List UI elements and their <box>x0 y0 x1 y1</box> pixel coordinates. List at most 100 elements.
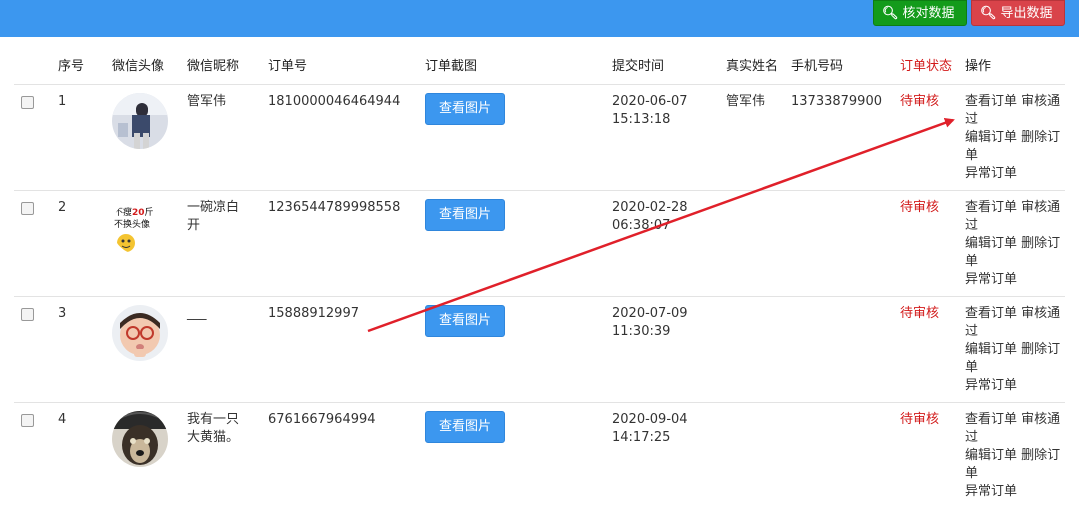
status-badge: 待审核 <box>900 297 965 403</box>
header-order-no: 订单号 <box>268 52 425 85</box>
row-checkbox-cell <box>14 85 58 191</box>
avatar: 不瘦20斤不换头像 <box>112 199 168 255</box>
row-order-no: 6761667964994 <box>268 403 425 508</box>
table-header-row: 序号 微信头像 微信昵称 订单号 订单截图 提交时间 真实姓名 手机号码 订单状… <box>14 52 1065 85</box>
edit-order-link[interactable]: 编辑订单 <box>965 236 1017 251</box>
row-real-name: 管军伟 <box>726 85 791 191</box>
row-nickname: 一碗凉白开 <box>187 191 268 297</box>
row-nickname: 管军伟 <box>187 85 268 191</box>
view-order-link[interactable]: 查看订单 <box>965 412 1017 427</box>
row-phone <box>791 191 900 297</box>
row-real-name <box>726 297 791 403</box>
row-submit-time: 2020-07-0911:30:39 <box>612 297 726 403</box>
row-checkbox[interactable] <box>21 414 34 427</box>
row-index: 4 <box>58 403 112 508</box>
row-phone <box>791 403 900 508</box>
row-avatar-cell: 不瘦20斤不换头像 <box>112 191 187 297</box>
edit-order-link[interactable]: 编辑订单 <box>965 448 1017 463</box>
view-image-button[interactable]: 查看图片 <box>425 305 505 337</box>
header-screenshot: 订单截图 <box>425 52 612 85</box>
row-date: 2020-02-28 <box>612 199 726 217</box>
row-time: 15:13:18 <box>612 111 726 129</box>
row-avatar-cell <box>112 403 187 508</box>
search-icon: 🔍︎ <box>980 1 997 27</box>
row-phone: 13733879900 <box>791 85 900 191</box>
row-order-no: 1810000046464944 <box>268 85 425 191</box>
edit-order-link[interactable]: 编辑订单 <box>965 130 1017 145</box>
header-avatar: 微信头像 <box>112 52 187 85</box>
abnormal-order-link[interactable]: 异常订单 <box>965 484 1017 499</box>
row-index: 1 <box>58 85 112 191</box>
header-real-name: 真实姓名 <box>726 52 791 85</box>
view-order-link[interactable]: 查看订单 <box>965 200 1017 215</box>
view-order-link[interactable]: 查看订单 <box>965 306 1017 321</box>
row-checkbox-cell <box>14 403 58 508</box>
row-order-no: 15888912997 <box>268 297 425 403</box>
table-row: 2不瘦20斤不换头像一碗凉白开1236544789998558查看图片2020-… <box>14 191 1065 297</box>
row-time: 14:17:25 <box>612 429 726 447</box>
row-avatar-cell <box>112 297 187 403</box>
row-actions: 查看订单 审核通过编辑订单 删除订单异常订单 <box>965 403 1065 508</box>
row-time: 06:38:07 <box>612 217 726 235</box>
row-index: 3 <box>58 297 112 403</box>
row-actions: 查看订单 审核通过编辑订单 删除订单异常订单 <box>965 191 1065 297</box>
row-real-name <box>726 403 791 508</box>
orders-table: 序号 微信头像 微信昵称 订单号 订单截图 提交时间 真实姓名 手机号码 订单状… <box>14 52 1065 508</box>
abnormal-order-link[interactable]: 异常订单 <box>965 378 1017 393</box>
row-checkbox[interactable] <box>21 202 34 215</box>
header-status: 订单状态 <box>900 52 965 85</box>
row-time: 11:30:39 <box>612 323 726 341</box>
row-screenshot-cell: 查看图片 <box>425 85 612 191</box>
row-index: 2 <box>58 191 112 297</box>
row-checkbox[interactable] <box>21 96 34 109</box>
table-row: 4 我有一只大黄猫。6761667964994查看图片 2020-09-0414:1… <box>14 403 1065 508</box>
export-data-button[interactable]: 🔍︎ 导出数据 <box>971 0 1065 26</box>
row-screenshot-cell: 查看图片 <box>425 297 612 403</box>
row-order-no: 1236544789998558 <box>268 191 425 297</box>
table-row: 3 ___15888912997查看图片 2020-07-0911:30:39 待审核… <box>14 297 1065 403</box>
abnormal-order-link[interactable]: 异常订单 <box>965 166 1017 181</box>
status-badge: 待审核 <box>900 191 965 297</box>
header-actions: 操作 <box>965 52 1065 85</box>
check-data-button[interactable]: 🔍︎ 核对数据 <box>873 0 967 26</box>
row-actions: 查看订单 审核通过编辑订单 删除订单异常订单 <box>965 297 1065 403</box>
view-order-link[interactable]: 查看订单 <box>965 94 1017 109</box>
table-row: 1管军伟1810000046464944查看图片2020-06-0715:13:… <box>14 85 1065 191</box>
avatar <box>112 305 168 361</box>
svg-text:不换头像: 不换头像 <box>114 218 150 230</box>
row-actions: 查看订单 审核通过编辑订单 删除订单异常订单 <box>965 85 1065 191</box>
row-submit-time: 2020-02-2806:38:07 <box>612 191 726 297</box>
row-submit-time: 2020-06-0715:13:18 <box>612 85 726 191</box>
row-date: 2020-09-04 <box>612 411 726 429</box>
view-image-button[interactable]: 查看图片 <box>425 411 505 443</box>
row-submit-time: 2020-09-0414:17:25 <box>612 403 726 508</box>
status-badge: 待审核 <box>900 403 965 508</box>
header-index: 序号 <box>58 52 112 85</box>
header-submit-time: 提交时间 <box>612 52 726 85</box>
row-date: 2020-06-07 <box>612 93 726 111</box>
avatar <box>112 93 168 149</box>
view-image-button[interactable]: 查看图片 <box>425 93 505 125</box>
abnormal-order-link[interactable]: 异常订单 <box>965 272 1017 287</box>
row-checkbox-cell <box>14 297 58 403</box>
header-phone: 手机号码 <box>791 52 900 85</box>
check-data-label: 核对数据 <box>903 6 955 21</box>
header-checkbox-cell <box>14 52 58 85</box>
avatar <box>112 411 168 467</box>
row-avatar-cell <box>112 85 187 191</box>
row-real-name <box>726 191 791 297</box>
header-nickname: 微信昵称 <box>187 52 268 85</box>
row-checkbox-cell <box>14 191 58 297</box>
row-nickname: ___ <box>187 297 268 403</box>
export-data-label: 导出数据 <box>1001 6 1053 21</box>
svg-text:不瘦20斤: 不瘦20斤 <box>114 206 154 218</box>
row-nickname: 我有一只大黄猫。 <box>187 403 268 508</box>
row-date: 2020-07-09 <box>612 305 726 323</box>
row-checkbox[interactable] <box>21 308 34 321</box>
status-badge: 待审核 <box>900 85 965 191</box>
view-image-button[interactable]: 查看图片 <box>425 199 505 231</box>
row-screenshot-cell: 查看图片 <box>425 191 612 297</box>
search-icon: 🔍︎ <box>882 1 899 27</box>
row-phone <box>791 297 900 403</box>
edit-order-link[interactable]: 编辑订单 <box>965 342 1017 357</box>
